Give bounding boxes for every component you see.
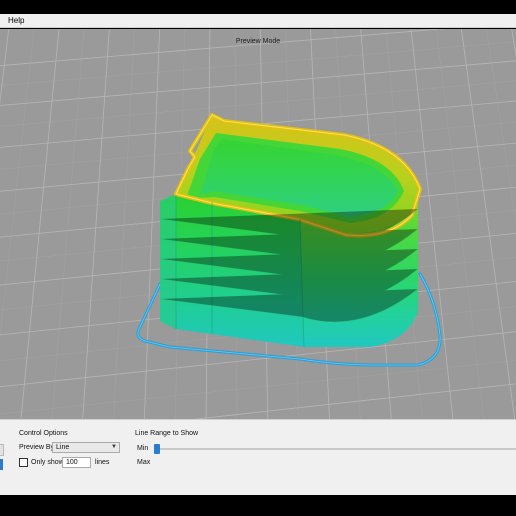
viewport-mode-label: Preview Mode — [236, 38, 280, 45]
preview-by-value: Line — [56, 444, 70, 451]
min-label: Min — [137, 445, 149, 452]
menubar: Help — [0, 14, 516, 28]
only-show-label: Only show — [31, 459, 64, 466]
only-show-checkbox[interactable] — [19, 458, 28, 467]
control-panel: Control Options Preview By Line ▼ Only s… — [0, 419, 516, 495]
preview-by-select[interactable]: Line ▼ — [52, 442, 120, 453]
collapsed-panel-tab[interactable] — [0, 444, 4, 456]
max-label: Max — [137, 459, 151, 466]
print-preview-scene: Preview Mode — [0, 29, 516, 419]
lines-label: lines — [95, 459, 110, 466]
menu-help[interactable]: Help — [8, 16, 24, 26]
title-bar — [0, 0, 516, 14]
min-slider-track[interactable] — [155, 448, 516, 450]
min-slider-handle[interactable] — [154, 444, 160, 454]
collapsed-panel-indicator[interactable] — [0, 459, 3, 470]
control-options-title: Control Options — [19, 430, 68, 437]
line-range-title: Line Range to Show — [135, 430, 199, 437]
preview-by-label: Preview By — [19, 444, 55, 451]
chevron-down-icon: ▼ — [111, 444, 117, 450]
app-window: Help Preview Mode Control Options Previe… — [0, 0, 516, 516]
taskbar — [0, 495, 516, 516]
3d-preview-viewport[interactable]: Preview Mode — [0, 29, 516, 419]
only-show-lines-input[interactable]: 100 — [62, 457, 91, 468]
